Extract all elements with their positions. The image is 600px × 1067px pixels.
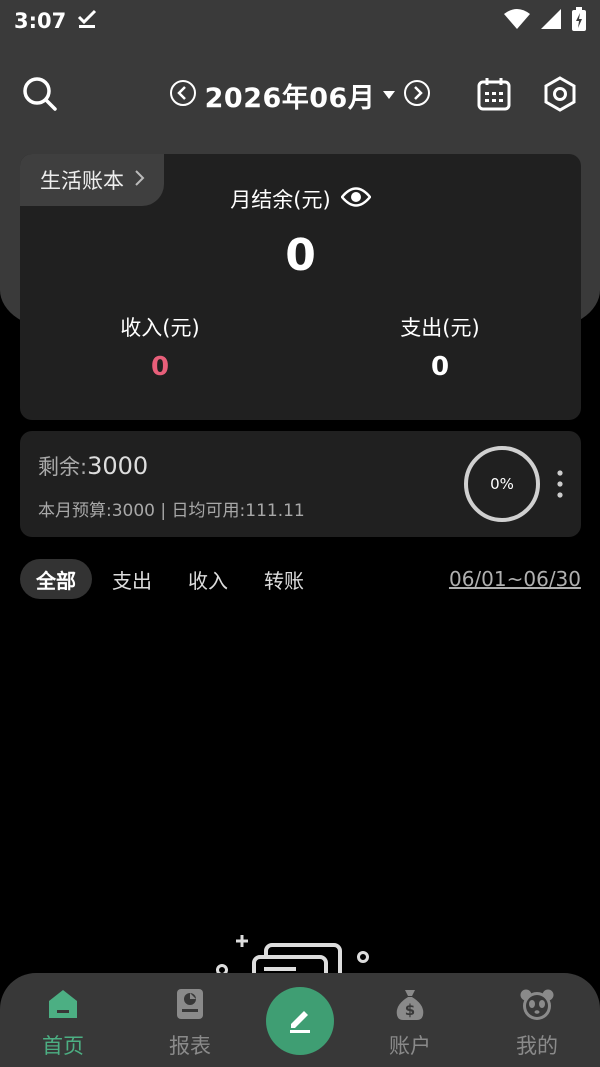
- filter-tab-expense[interactable]: 支出: [96, 559, 168, 599]
- date-range-link[interactable]: 06/01~06/30: [449, 567, 581, 591]
- status-bar: 3:07: [0, 0, 600, 42]
- nav-report[interactable]: 报表: [140, 987, 240, 1060]
- nav-account[interactable]: $ 账户: [360, 987, 460, 1060]
- month-selector: 2026年06月: [160, 66, 440, 124]
- search-icon[interactable]: [20, 74, 60, 114]
- nav-account-label: 账户: [389, 1034, 431, 1058]
- remain-value: 3000: [87, 452, 149, 480]
- expense-value: 0: [430, 352, 450, 382]
- bottom-nav: 首页 报表 $ 账户 我的: [0, 973, 600, 1067]
- eye-icon[interactable]: [340, 186, 372, 213]
- filter-row: 全部 支出 收入 转账 06/01~06/30: [20, 558, 581, 600]
- budget-detail: 本月预算:3000 | 日均可用:111.11: [38, 501, 305, 521]
- balance-label: 月结余(元): [230, 188, 331, 212]
- report-icon: [173, 987, 207, 1026]
- expense-label: 支出(元): [400, 316, 480, 340]
- download-done-icon: [76, 8, 98, 35]
- nav-report-label: 报表: [169, 1034, 211, 1058]
- income-value: 0: [150, 352, 170, 382]
- signal-icon: [540, 8, 562, 35]
- income-summary: 收入(元) 0: [60, 312, 260, 382]
- filter-tab-transfer[interactable]: 转账: [248, 559, 320, 599]
- nav-mine-label: 我的: [516, 1034, 558, 1058]
- pen-icon: [285, 1004, 315, 1038]
- add-record-button[interactable]: [266, 987, 334, 1055]
- balance-value: 0: [285, 230, 316, 281]
- battery-charging-icon: [572, 6, 586, 36]
- filter-tab-income[interactable]: 收入: [172, 559, 244, 599]
- balance-title: 月结余(元): [20, 184, 581, 214]
- calendar-icon[interactable]: [474, 74, 514, 114]
- home-icon: [46, 987, 80, 1026]
- budget-card[interactable]: 剩余:3000 本月预算:3000 | 日均可用:111.11 0%: [20, 431, 581, 537]
- svg-text:$: $: [405, 1001, 415, 1019]
- money-bag-icon: $: [393, 987, 427, 1026]
- wifi-icon: [504, 8, 530, 35]
- budget-remaining: 剩余:3000: [38, 451, 148, 481]
- prev-month-button[interactable]: [169, 79, 197, 111]
- month-label[interactable]: 2026年06月: [205, 76, 376, 115]
- caret-down-icon[interactable]: [383, 86, 396, 105]
- nav-mine[interactable]: 我的: [487, 987, 587, 1060]
- budget-progress-ring: 0%: [464, 446, 540, 522]
- nav-home-label: 首页: [42, 1034, 84, 1058]
- nav-home[interactable]: 首页: [13, 987, 113, 1060]
- income-label: 收入(元): [120, 316, 200, 340]
- expense-summary: 支出(元) 0: [340, 312, 540, 382]
- status-time: 3:07: [14, 9, 67, 33]
- panda-icon: [519, 987, 555, 1026]
- top-toolbar: 2026年06月: [0, 66, 600, 124]
- settings-icon[interactable]: [540, 74, 580, 114]
- filter-tab-all[interactable]: 全部: [20, 559, 92, 599]
- more-options-icon[interactable]: [550, 469, 570, 499]
- budget-percent: 0%: [490, 475, 514, 493]
- book-summary-card: 生活账本 月结余(元) 0 收入(元) 0 支出(元) 0: [20, 154, 581, 420]
- remain-label: 剩余:: [38, 455, 88, 479]
- next-month-button[interactable]: [403, 79, 431, 111]
